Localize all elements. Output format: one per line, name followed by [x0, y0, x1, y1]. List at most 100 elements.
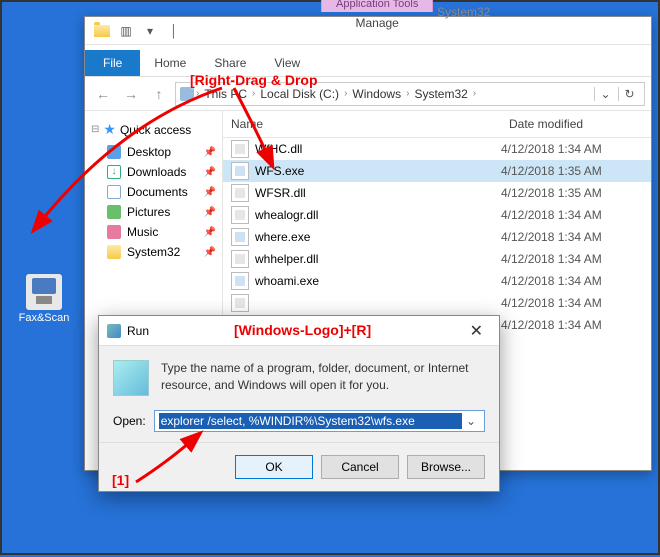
folder-icon — [107, 245, 121, 259]
file-name: whhelper.dll — [255, 252, 501, 266]
file-name: WFS.exe — [255, 164, 501, 178]
pin-icon: 📌 — [204, 187, 216, 198]
col-date[interactable]: Date modified — [501, 111, 651, 137]
cancel-button[interactable]: Cancel — [321, 455, 399, 479]
nav-back-icon[interactable]: ← — [91, 82, 115, 106]
file-name: WfHC.dll — [255, 142, 501, 156]
file-date: 4/12/2018 1:34 AM — [501, 296, 651, 310]
explorer-titlebar[interactable]: ▥ ▾ │ Application Tools Manage System32 — [85, 17, 651, 45]
chevron-right-icon[interactable]: › — [344, 88, 347, 99]
sidebar-item-label: Downloads — [127, 165, 186, 179]
crumb-c[interactable]: Local Disk (C:) — [257, 87, 342, 101]
ribbon: File Home Share View — [85, 45, 651, 77]
sidebar-item-label: Pictures — [127, 205, 170, 219]
collapse-icon[interactable]: ⊟ — [91, 124, 99, 135]
close-icon[interactable]: ✕ — [462, 321, 491, 341]
sidebar-item-system32[interactable]: System32📌 — [89, 242, 218, 262]
sidebar-item-label: System32 — [127, 245, 180, 259]
run-title-text: Run — [127, 324, 149, 338]
chevron-down-icon[interactable]: ⌄ — [462, 414, 480, 428]
window-title: System32 — [437, 5, 490, 19]
address-bar-row: ← → ↑ › This PC › Local Disk (C:) › Wind… — [85, 77, 651, 111]
file-date: 4/12/2018 1:34 AM — [501, 318, 651, 332]
file-row[interactable]: WfHC.dll4/12/2018 1:34 AM — [223, 138, 651, 160]
tab-share[interactable]: Share — [200, 50, 260, 76]
chevron-right-icon[interactable]: › — [196, 88, 199, 99]
folder-icon — [107, 225, 121, 239]
tab-file[interactable]: File — [85, 50, 140, 76]
browse-button[interactable]: Browse... — [407, 455, 485, 479]
file-date: 4/12/2018 1:34 AM — [501, 142, 651, 156]
file-name: where.exe — [255, 230, 501, 244]
sidebar-item-music[interactable]: Music 📌 — [89, 222, 218, 242]
desktop-shortcut-label: Fax&Scan — [14, 312, 74, 324]
file-row[interactable]: 4/12/2018 1:34 AM — [223, 292, 651, 314]
crumb-windows[interactable]: Windows — [349, 87, 404, 101]
sidebar-quick-access[interactable]: ⊟ ★ Quick access — [89, 117, 218, 142]
file-icon — [231, 184, 249, 202]
sidebar-item-label: Music — [127, 225, 158, 239]
desktop-shortcut-faxscan[interactable]: Fax&Scan — [14, 274, 74, 324]
refresh-icon[interactable]: ↻ — [618, 87, 640, 101]
nav-fwd-icon[interactable]: → — [119, 82, 143, 106]
crumb-system32[interactable]: System32 — [411, 87, 470, 101]
nav-up-icon[interactable]: ↑ — [147, 82, 171, 106]
pin-icon: 📌 — [204, 227, 216, 238]
file-name: whealogr.dll — [255, 208, 501, 222]
sidebar-item-desktop[interactable]: Desktop📌 — [89, 142, 218, 162]
run-open-combo[interactable]: ⌄ — [154, 410, 485, 432]
star-icon: ★ — [103, 121, 116, 138]
file-date: 4/12/2018 1:34 AM — [501, 252, 651, 266]
tab-view[interactable]: View — [260, 50, 314, 76]
qat-sep: │ — [163, 20, 185, 42]
run-dialog: Run ✕ Type the name of a program, folder… — [98, 315, 500, 492]
file-row[interactable]: whhelper.dll4/12/2018 1:34 AM — [223, 248, 651, 270]
column-headers[interactable]: Name Date modified — [223, 111, 651, 138]
ok-button[interactable]: OK — [235, 455, 313, 479]
file-row[interactable]: WFS.exe4/12/2018 1:35 AM — [223, 160, 651, 182]
file-icon — [231, 228, 249, 246]
file-icon — [231, 272, 249, 290]
run-titlebar[interactable]: Run ✕ — [99, 316, 499, 346]
file-icon — [231, 162, 249, 180]
folder-icon — [107, 165, 121, 179]
file-date: 4/12/2018 1:35 AM — [501, 164, 651, 178]
tab-home[interactable]: Home — [140, 50, 200, 76]
file-row[interactable]: whoami.exe4/12/2018 1:34 AM — [223, 270, 651, 292]
drive-icon — [180, 87, 194, 101]
pin-icon: 📌 — [204, 207, 216, 218]
file-row[interactable]: WFSR.dll4/12/2018 1:35 AM — [223, 182, 651, 204]
file-icon — [231, 140, 249, 158]
pin-icon: 📌 — [204, 167, 216, 178]
addr-dropdown-icon[interactable]: ⌄ — [594, 87, 616, 101]
chevron-right-icon[interactable]: › — [473, 88, 476, 99]
qat-dropdown-icon[interactable]: ▾ — [139, 20, 161, 42]
run-message: Type the name of a program, folder, docu… — [161, 360, 485, 396]
sidebar-item-label: Desktop — [127, 145, 171, 159]
run-open-input[interactable] — [159, 413, 462, 429]
chevron-right-icon[interactable]: › — [406, 88, 409, 99]
fax-icon — [26, 274, 62, 310]
file-row[interactable]: whealogr.dll4/12/2018 1:34 AM — [223, 204, 651, 226]
sidebar-item-label: Documents — [127, 185, 188, 199]
col-name[interactable]: Name — [223, 111, 501, 137]
tab-manage[interactable]: Manage — [341, 12, 412, 34]
sidebar-item-pictures[interactable]: Pictures 📌 — [89, 202, 218, 222]
run-program-icon — [113, 360, 149, 396]
contextual-tab-header: Application Tools — [321, 0, 433, 12]
file-name: whoami.exe — [255, 274, 501, 288]
sidebar-quick-access-label: Quick access — [120, 123, 191, 137]
qat-props-icon[interactable]: ▥ — [115, 20, 137, 42]
breadcrumb[interactable]: › This PC › Local Disk (C:) › Windows › … — [175, 82, 645, 106]
contextual-tab-group: Application Tools Manage — [321, 0, 433, 34]
file-row[interactable]: where.exe4/12/2018 1:34 AM — [223, 226, 651, 248]
sidebar-item-documents[interactable]: Documents 📌 — [89, 182, 218, 202]
folder-icon — [107, 145, 121, 159]
crumb-thispc[interactable]: This PC — [201, 87, 250, 101]
run-open-label: Open: — [113, 414, 146, 428]
sidebar-item-downloads[interactable]: Downloads 📌 — [89, 162, 218, 182]
folder-icon — [107, 205, 121, 219]
chevron-right-icon[interactable]: › — [252, 88, 255, 99]
folder-icon — [91, 20, 113, 42]
run-icon — [107, 324, 121, 338]
